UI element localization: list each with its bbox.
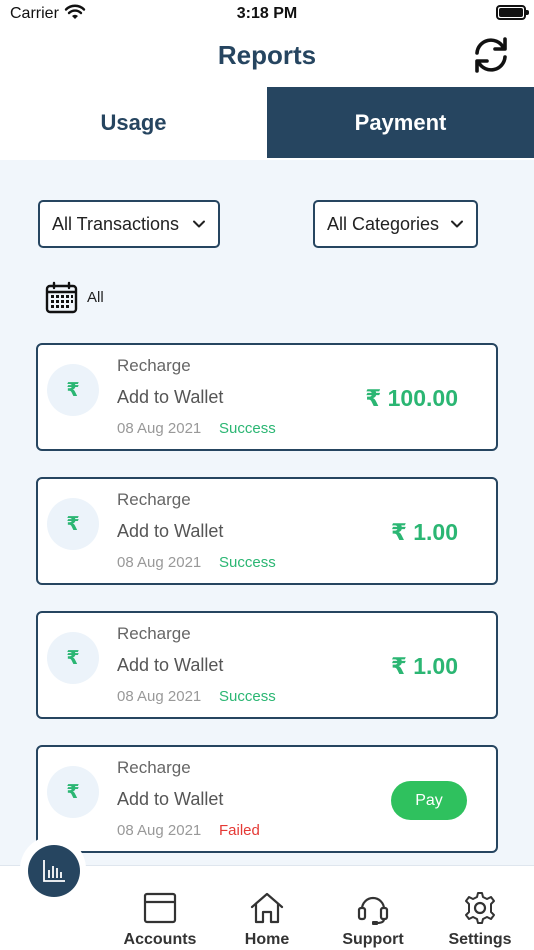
home-icon xyxy=(250,892,284,924)
status-time: 3:18 PM xyxy=(236,5,298,22)
categories-filter-label: All Categories xyxy=(327,213,440,234)
gear-icon xyxy=(465,892,495,924)
transaction-card[interactable]: ₹ Recharge Add to Wallet 08 Aug 2021 Suc… xyxy=(36,611,498,719)
report-tabs: Usage Payment xyxy=(0,87,534,158)
transaction-description: Add to Wallet xyxy=(117,387,224,407)
transaction-description: Add to Wallet xyxy=(117,655,224,675)
transaction-description: Add to Wallet xyxy=(117,521,224,541)
tab-accounts-label: Accounts xyxy=(123,931,197,948)
transaction-type: Recharge xyxy=(117,490,191,509)
date-filter-label: All xyxy=(87,288,104,306)
tab-accounts[interactable]: Accounts xyxy=(110,890,210,949)
battery-icon xyxy=(496,5,529,20)
bar-chart-icon xyxy=(43,860,65,882)
transactions-filter-label: All Transactions xyxy=(52,213,180,234)
tab-usage[interactable]: Usage xyxy=(0,87,267,158)
refresh-icon[interactable] xyxy=(470,34,512,76)
transaction-card[interactable]: ₹ Recharge Add to Wallet 08 Aug 2021 Suc… xyxy=(36,477,498,585)
pay-button[interactable]: Pay xyxy=(391,781,467,820)
calendar-icon xyxy=(45,281,78,313)
transaction-amount: ₹ 1.00 xyxy=(390,519,458,545)
transaction-status: Success xyxy=(219,554,276,571)
tab-settings[interactable]: Settings xyxy=(430,890,530,949)
reports-fab-button[interactable] xyxy=(28,845,80,897)
transaction-amount: ₹ 100.00 xyxy=(365,385,458,411)
page-title: Reports xyxy=(217,40,317,70)
rupee-icon: ₹ xyxy=(47,766,99,818)
headset-icon xyxy=(357,896,389,925)
tab-support[interactable]: Support xyxy=(323,890,423,949)
rupee-icon: ₹ xyxy=(47,364,99,416)
rupee-icon: ₹ xyxy=(47,498,99,550)
tab-payment[interactable]: Payment xyxy=(267,87,534,158)
transaction-date: 08 Aug 2021 xyxy=(117,688,202,705)
transactions-filter-dropdown[interactable]: All Transactions xyxy=(38,200,220,248)
transaction-type: Recharge xyxy=(117,758,191,777)
date-filter[interactable]: All xyxy=(45,280,104,314)
payment-report-panel: All Transactions All Categories All ₹ Re… xyxy=(0,160,534,865)
accounts-icon xyxy=(143,892,177,924)
transaction-card[interactable]: ₹ Recharge Add to Wallet 08 Aug 2021 Fai… xyxy=(36,745,498,853)
tab-home-label: Home xyxy=(244,931,290,948)
categories-filter-dropdown[interactable]: All Categories xyxy=(313,200,478,248)
tab-settings-label: Settings xyxy=(448,931,512,948)
transaction-type: Recharge xyxy=(117,356,191,375)
transaction-description: Add to Wallet xyxy=(117,789,224,809)
transaction-card[interactable]: ₹ Recharge Add to Wallet 08 Aug 2021 Suc… xyxy=(36,343,498,451)
transaction-status: Success xyxy=(219,688,276,705)
status-bar: Carrier 3:18 PM xyxy=(0,0,534,28)
transaction-type: Recharge xyxy=(117,624,191,643)
transaction-status: Failed xyxy=(219,822,260,839)
transaction-date: 08 Aug 2021 xyxy=(117,822,202,839)
transaction-status: Success xyxy=(219,420,276,437)
chevron-down-icon xyxy=(193,220,205,228)
transaction-date: 08 Aug 2021 xyxy=(117,420,202,437)
tab-home[interactable]: Home xyxy=(217,890,317,949)
tab-support-label: Support xyxy=(342,931,404,948)
rupee-icon: ₹ xyxy=(47,632,99,684)
transaction-date: 08 Aug 2021 xyxy=(117,554,202,571)
transaction-amount: ₹ 1.00 xyxy=(390,653,458,679)
chevron-down-icon xyxy=(451,220,463,228)
